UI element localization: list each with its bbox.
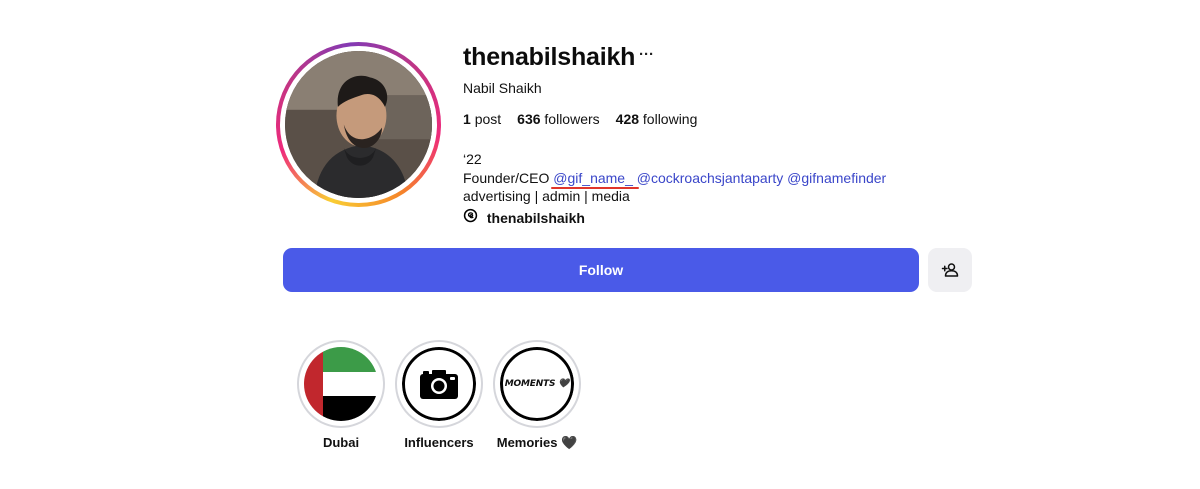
camera-icon — [420, 370, 458, 399]
add-person-icon — [941, 263, 959, 277]
followers-label: followers — [544, 111, 600, 127]
posts-count: 1 — [463, 111, 471, 127]
moments-cover-text: MOMENTS 🖤 — [504, 379, 570, 389]
highlight-label: Influencers — [404, 435, 474, 450]
bio-tags: advertising | admin | media — [463, 188, 630, 204]
highlight-memories[interactable]: MOMENTS 🖤 Memories 🖤 — [493, 340, 581, 451]
following-label: following — [642, 111, 698, 127]
profile-full-name: Nabil Shaikh — [463, 80, 542, 96]
more-options-button[interactable]: ··· — [639, 46, 654, 63]
profile-photo-illustration — [285, 51, 432, 198]
highlight-influencers[interactable]: Influencers — [395, 340, 483, 450]
followers-stat[interactable]: 636 followers — [517, 111, 600, 127]
suggested-users-button[interactable] — [928, 248, 972, 292]
following-count: 428 — [615, 111, 640, 127]
profile-bio: ‘22 Founder/CEO @gif_name_ @cockroachsja… — [463, 150, 886, 227]
bio-ceo-text: CEO — [519, 169, 550, 186]
mention-gifnamefinder[interactable]: @gifnamefinder — [787, 170, 886, 186]
profile-stats: 1 post 636 followers 428 following — [463, 111, 713, 127]
posts-label: post — [474, 111, 502, 127]
highlight-dubai[interactable]: Dubai — [297, 340, 385, 450]
avatar-photo — [285, 51, 432, 198]
profile-username: thenabilshaikh — [463, 43, 636, 71]
uae-flag-cover — [304, 347, 378, 421]
threads-handle: thenabilshaikh — [486, 209, 585, 226]
bio-year: ‘22 — [463, 151, 482, 167]
profile-avatar[interactable] — [276, 42, 441, 207]
follow-button-label: Follow — [578, 262, 624, 278]
follow-button[interactable]: Follow — [283, 248, 919, 292]
followers-count: 636 — [517, 111, 541, 127]
bio-role-line: Founder/CEO @gif_name_ @cockroachsjantap… — [463, 169, 886, 188]
threads-icon — [463, 208, 478, 222]
following-stat[interactable]: 428 following — [616, 111, 698, 127]
highlight-label: Dubai — [322, 435, 360, 450]
bio-founder-text: Founder/ — [463, 169, 520, 186]
mention-gif-name[interactable]: @gif_name_ — [553, 170, 633, 186]
highlight-label: Memories 🖤 — [496, 435, 578, 450]
posts-stat[interactable]: 1 post — [463, 111, 501, 127]
threads-link[interactable]: thenabilshaikh — [463, 208, 886, 228]
mention-cockroachsjantaparty[interactable]: @cockroachsjantaparty — [637, 170, 784, 186]
